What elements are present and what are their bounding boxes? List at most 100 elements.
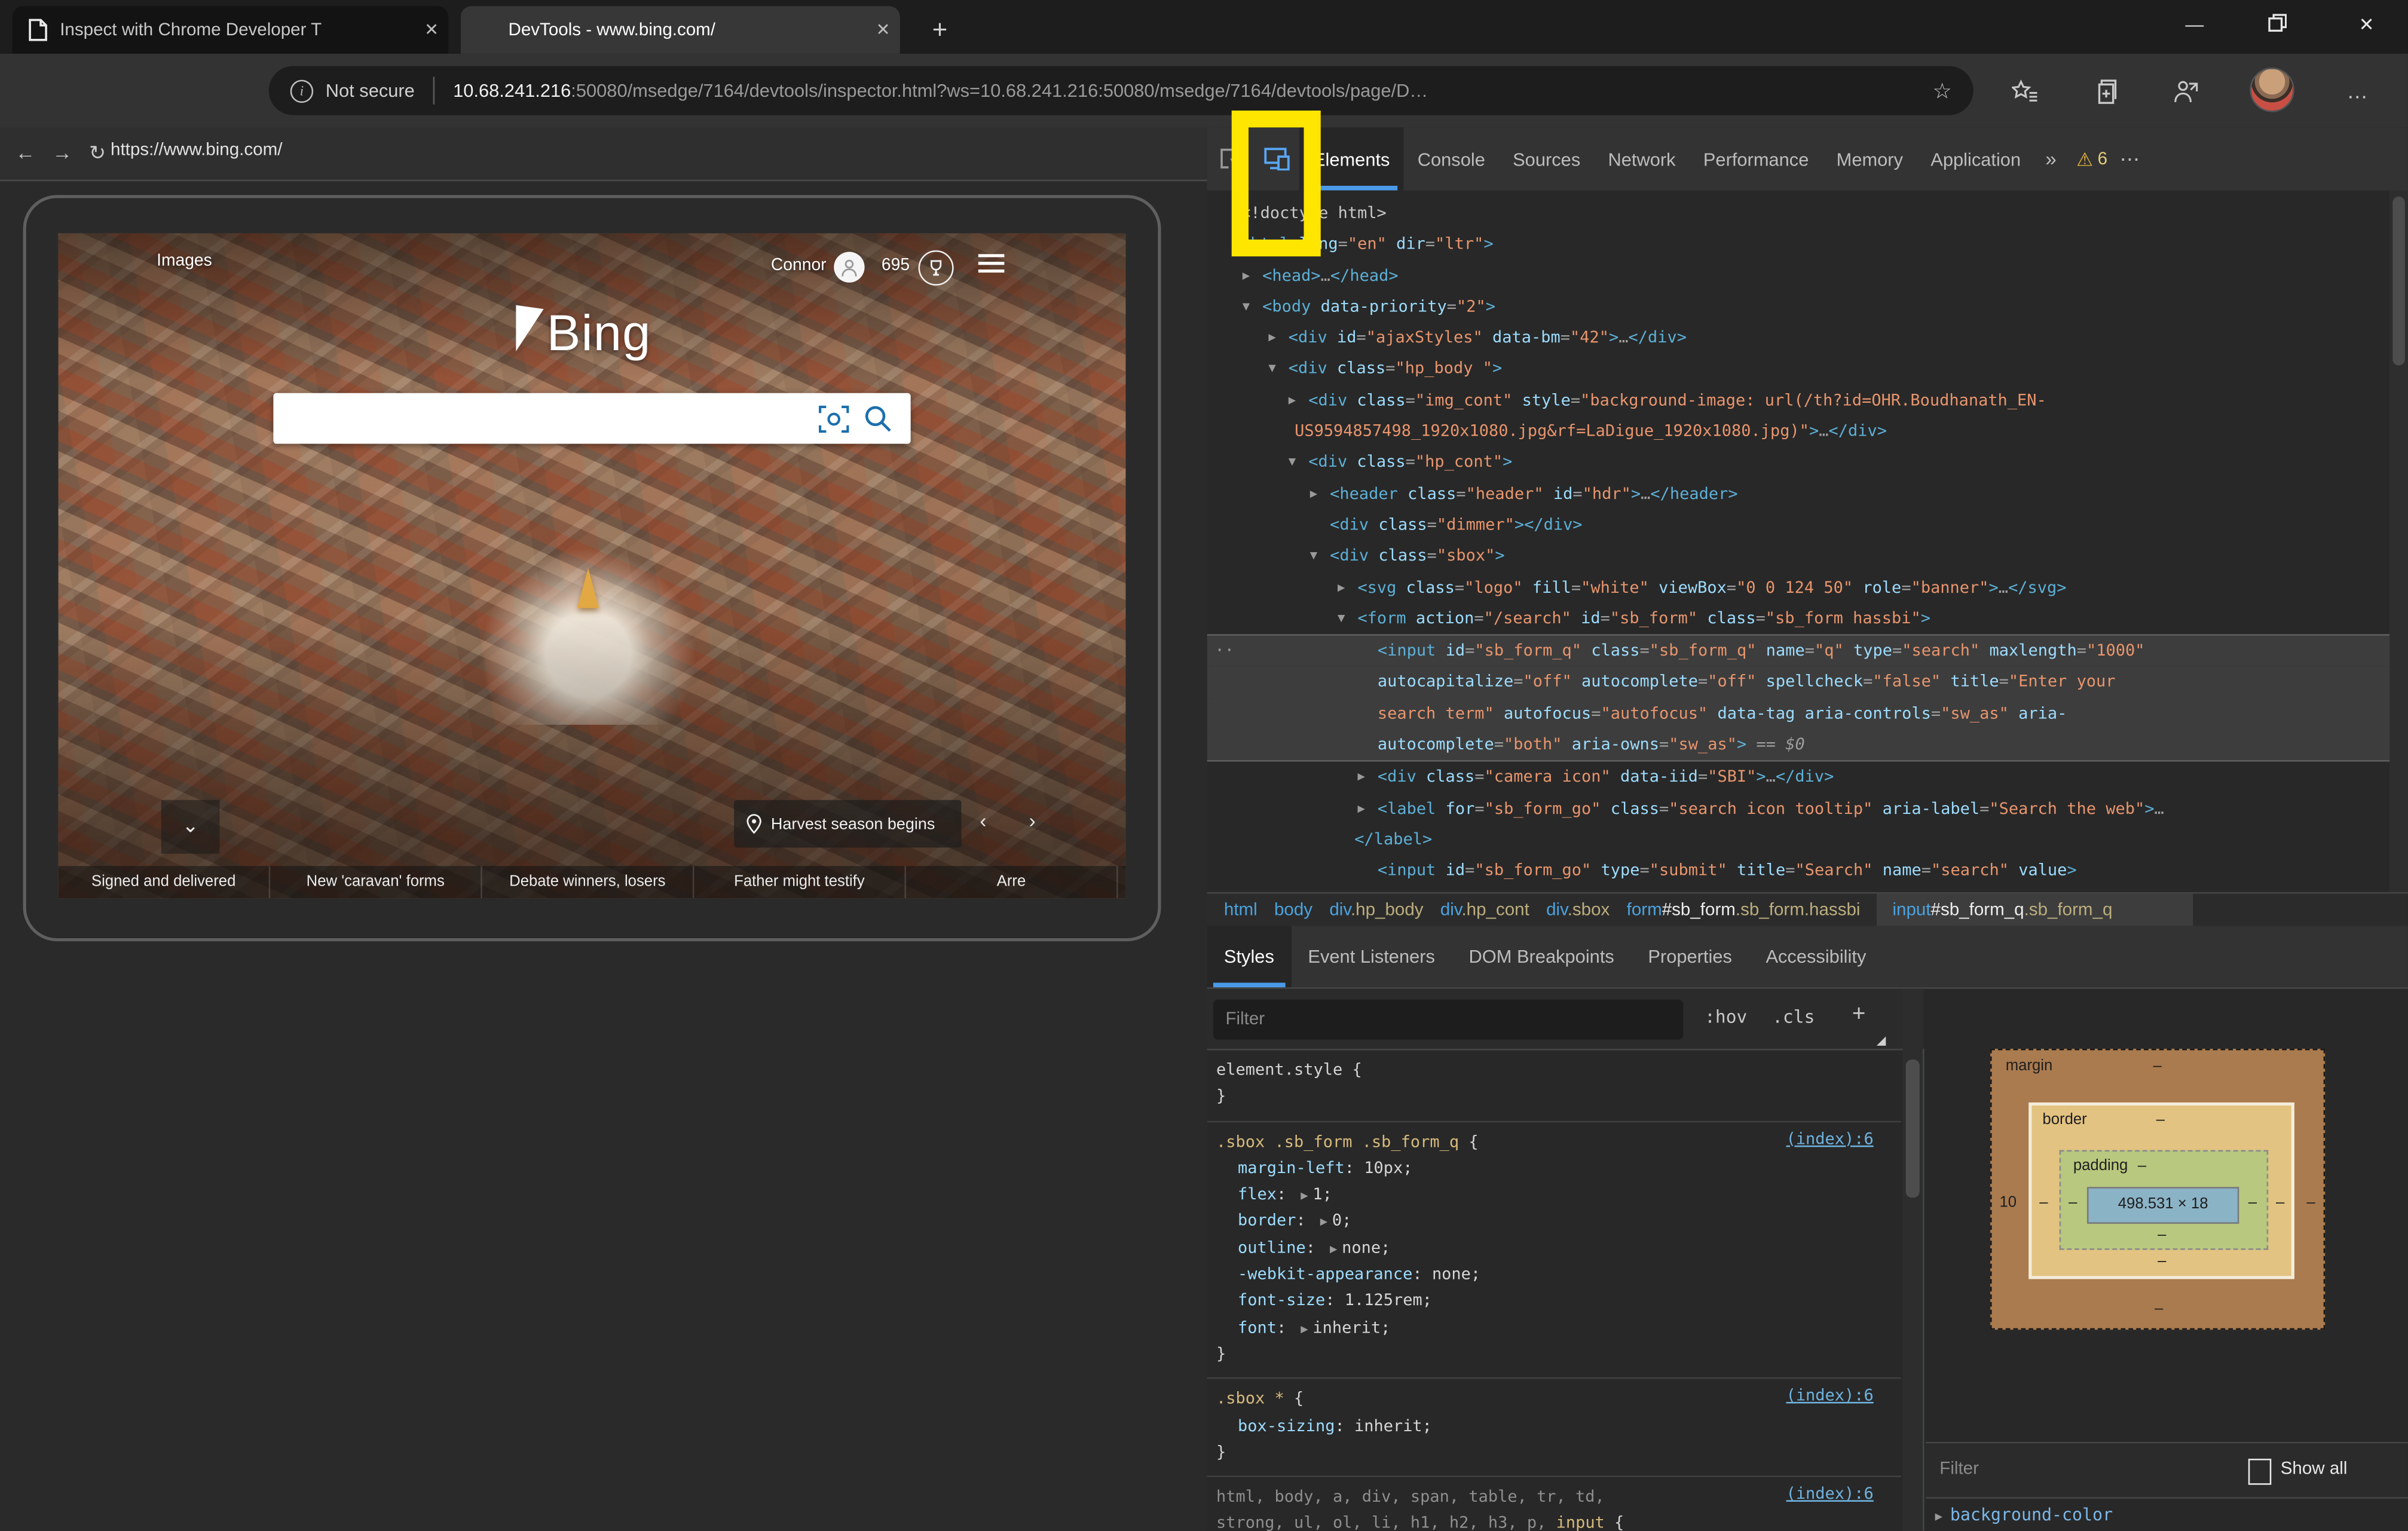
tab-close-icon[interactable]: ✕ (866, 20, 900, 40)
dom-line[interactable]: ▶ <svg class="logo" fill="white" viewBox=… (1207, 572, 2408, 603)
dom-line[interactable]: ▼ <form action="/search" id="sb_form" cla… (1207, 603, 2408, 634)
bing-menu-icon[interactable] (978, 253, 1005, 273)
expand-icon[interactable]: ▶ (1357, 762, 1364, 793)
dom-line[interactable]: <div class="dimmer"></div> (1207, 510, 2408, 541)
expand-icon[interactable]: ▶ (1243, 261, 1250, 292)
forward-icon[interactable]: → (52, 141, 72, 164)
dom-line[interactable]: search term" autofocus="autofocus" data-… (1207, 698, 2408, 730)
not-secure-label[interactable]: Not secure (326, 80, 415, 102)
sidebar-tab-event-listeners[interactable]: Event Listeners (1291, 926, 1452, 987)
border-bottom-value[interactable]: – (2158, 1253, 2166, 1270)
next-image-icon[interactable]: › (1029, 809, 1036, 832)
dom-line[interactable]: ▶ <head>…</head> (1207, 261, 2408, 292)
collapse-icon[interactable]: ▼ (1243, 292, 1250, 323)
css-property[interactable]: font-size: 1.125rem; (1216, 1289, 1889, 1315)
dom-line[interactable]: autocomplete="both" aria-owns="sw_as"> =… (1207, 729, 2408, 763)
css-property[interactable]: flex: ▶ 1; (1216, 1183, 1889, 1209)
collapse-icon[interactable]: ▼ (1338, 603, 1345, 634)
news-item[interactable]: Arre (906, 866, 1118, 899)
bing-avatar[interactable] (834, 252, 865, 283)
css-property[interactable]: font: ▶ inherit; (1216, 1315, 1889, 1342)
browser-tab-inactive[interactable]: Inspect with Chrome Developer T ✕ (12, 6, 449, 54)
dom-line[interactable]: ▶ <div id="ajaxStyles" data-bm="42">…</di… (1207, 323, 2408, 354)
breadcrumb-item[interactable]: div.hp_body (1329, 901, 1423, 920)
add-favorite-icon[interactable]: ☆ (1933, 78, 1952, 104)
stylesheet-link[interactable]: (index):6 (1786, 1129, 1874, 1148)
tab-close-icon[interactable]: ✕ (415, 20, 449, 40)
dom-line[interactable]: </label> (1207, 825, 2408, 856)
profile-share-icon[interactable] (2162, 68, 2208, 114)
window-minimize-button[interactable]: — (2159, 0, 2230, 51)
collapse-icon[interactable]: ▼ (1289, 448, 1296, 479)
sidebar-tab-accessibility[interactable]: Accessibility (1749, 926, 1883, 987)
bing-user-name[interactable]: Connor (771, 256, 827, 275)
expand-icon[interactable]: ▶ (1357, 794, 1364, 825)
devtools-tab-performance[interactable]: Performance (1690, 127, 1823, 190)
collapse-icon[interactable]: ▼ (1268, 354, 1275, 385)
dom-line[interactable]: ▶ <div class="camera icon" data-iid="SBI"… (1207, 762, 2408, 793)
toggle-class-button[interactable]: .cls (1772, 1006, 1815, 1027)
site-info-icon[interactable]: i (290, 79, 314, 102)
css-property[interactable]: -webkit-appearance: none; (1216, 1262, 1889, 1288)
warning-icon[interactable]: ⚠ (2076, 148, 2093, 170)
expand-icon[interactable]: ▶ (1338, 572, 1345, 603)
bing-rewards-points[interactable]: 695 (882, 256, 910, 275)
stylesheet-link[interactable]: (index):6 (1786, 1387, 1874, 1406)
scrollbar-thumb[interactable] (2392, 196, 2405, 366)
dom-line[interactable]: ·· <input id="sb_form_q" class="sb_form_q… (1207, 634, 2408, 667)
prev-image-icon[interactable]: ‹ (980, 809, 986, 832)
new-style-rule-button[interactable]: + (1852, 1001, 1866, 1027)
dom-line[interactable]: <input id="sb_form_go" type="submit" tit… (1207, 856, 2408, 887)
browser-menu-icon[interactable]: … (2334, 68, 2381, 114)
toggle-hover-state-button[interactable]: :hov (1705, 1006, 1747, 1027)
window-close-button[interactable]: ✕ (2331, 0, 2402, 51)
expand-icon[interactable]: ▶ (1301, 1189, 1308, 1202)
dom-line[interactable]: ▼ <div class="hp_cont"> (1207, 448, 2408, 479)
search-icon[interactable] (863, 404, 892, 433)
dom-line[interactable]: ▼ <div class="hp_body "> (1207, 354, 2408, 385)
news-item[interactable]: New 'caravan' forms (270, 866, 482, 899)
profile-avatar[interactable] (2250, 68, 2294, 112)
bing-logo[interactable]: Bing (516, 304, 651, 363)
collapse-icon[interactable]: ▼ (1310, 541, 1317, 572)
css-property[interactable]: margin-left: 10px; (1216, 1156, 1889, 1183)
sidebar-tab-dom-breakpoints[interactable]: DOM Breakpoints (1452, 926, 1631, 987)
styles-filter-input[interactable]: Filter (1213, 999, 1684, 1040)
breadcrumb-item[interactable]: html (1224, 901, 1257, 920)
stylesheet-link[interactable]: (index):6 (1786, 1485, 1874, 1504)
breadcrumb-item[interactable]: div.hp_cont (1440, 901, 1529, 920)
bing-images-link[interactable]: Images (157, 252, 212, 270)
image-caption-pill[interactable]: Harvest season begins (734, 800, 962, 848)
border-right-value[interactable]: – (2276, 1195, 2284, 1211)
rewards-trophy-icon[interactable] (918, 250, 954, 286)
expand-icon[interactable]: ▶ (1330, 1242, 1337, 1256)
favorites-bar-icon[interactable] (2001, 68, 2047, 114)
css-property[interactable]: border: ▶ 0; (1216, 1209, 1889, 1235)
margin-left-value[interactable]: 10 (1999, 1195, 2017, 1211)
sidebar-tab-styles[interactable]: Styles (1207, 926, 1292, 988)
css-property[interactable]: box-sizing: inherit; (1216, 1413, 1889, 1440)
padding-bottom-value[interactable]: – (2158, 1227, 2166, 1244)
breadcrumb-item[interactable]: div.sbox (1546, 901, 1610, 920)
address-bar-input[interactable]: i Not secure 10.68.241.216 :50080/msedge… (268, 66, 1973, 115)
expand-icon[interactable]: ▶ (1310, 479, 1317, 510)
expand-icon[interactable]: ▶ (1935, 1509, 1942, 1523)
computed-filter-input[interactable]: Filter (1939, 1460, 1979, 1479)
browser-tab-active[interactable]: DevTools - www.bing.com/ ✕ (460, 6, 900, 54)
devtools-tab-memory[interactable]: Memory (1823, 127, 1917, 190)
collections-icon[interactable] (2082, 68, 2128, 114)
styles-scrollbar[interactable] (1902, 988, 1923, 1531)
dom-line[interactable]: <!doctype html> (1207, 198, 2408, 229)
window-restore-button[interactable] (2242, 0, 2312, 51)
dom-line[interactable]: <html lang="en" dir="ltr"> (1207, 229, 2408, 261)
expand-icon[interactable]: ▶ (1289, 385, 1296, 416)
expand-icon[interactable]: ▶ (1320, 1215, 1327, 1229)
css-selector[interactable]: strong, ul, ol, li, h1, h2, h3, p, input… (1216, 1512, 1889, 1531)
computed-property-row[interactable]: ▶ background-color (1926, 1499, 2408, 1531)
visual-search-camera-icon[interactable] (819, 405, 849, 432)
sidebar-tab-properties[interactable]: Properties (1631, 926, 1749, 987)
back-icon[interactable]: ← (16, 141, 35, 164)
border-top-value[interactable]: – (2156, 1111, 2165, 1128)
expand-icon[interactable]: ▶ (1268, 323, 1275, 354)
box-model-content[interactable]: 498.531 × 18 (2086, 1187, 2239, 1224)
